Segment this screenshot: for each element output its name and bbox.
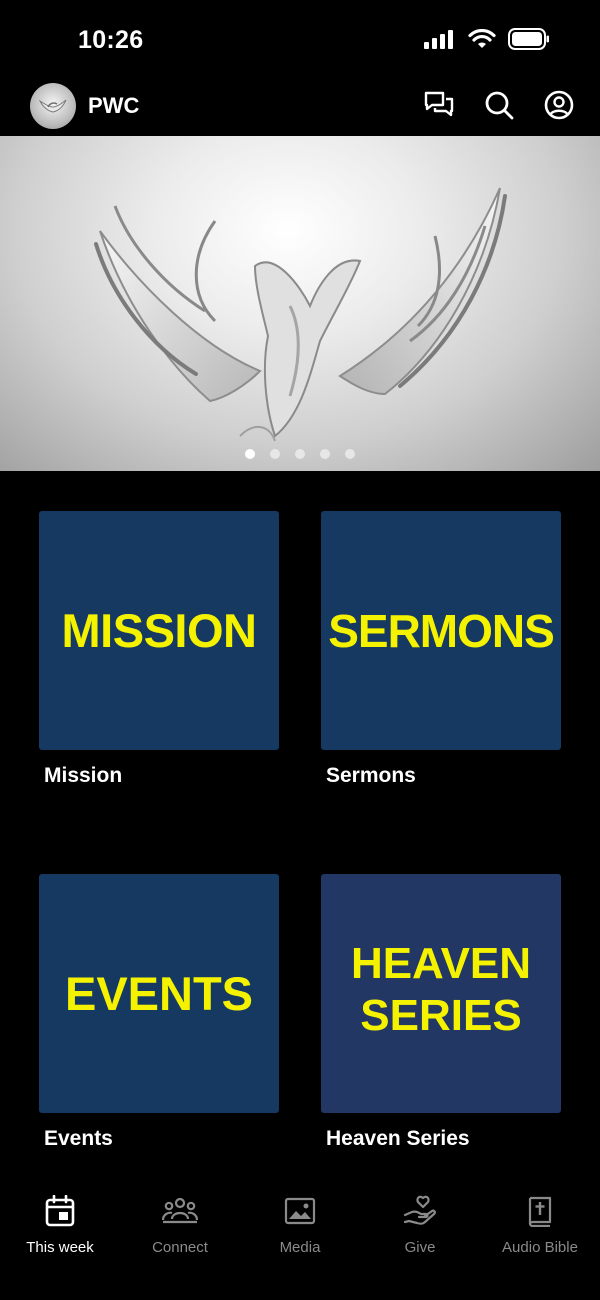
events-card-image[interactable]: EVENTS bbox=[39, 874, 279, 1113]
tile-label-events: Events bbox=[44, 1127, 113, 1150]
tab-label-audio-bible: Audio Bible bbox=[502, 1239, 578, 1256]
carousel-dot-4[interactable] bbox=[320, 449, 330, 459]
calendar-icon bbox=[41, 1193, 79, 1229]
profile-button[interactable] bbox=[542, 90, 576, 124]
hero-carousel[interactable] bbox=[0, 136, 600, 471]
carousel-dot-5[interactable] bbox=[345, 449, 355, 459]
tile-mission[interactable]: MISSION Mission bbox=[39, 511, 279, 787]
tile-sermons[interactable]: SERMONS Sermons bbox=[321, 511, 561, 787]
battery-icon bbox=[508, 28, 550, 55]
tile-label-heaven-series: Heaven Series bbox=[326, 1127, 470, 1150]
sermons-card-image[interactable]: SERMONS bbox=[321, 511, 561, 750]
bottom-tab-bar: This week Connect Media Give Audio Bible bbox=[0, 1180, 600, 1300]
church-logo-avatar[interactable] bbox=[30, 83, 76, 129]
tab-label-connect: Connect bbox=[152, 1239, 208, 1256]
people-group-icon bbox=[161, 1193, 199, 1229]
cellular-signal-icon bbox=[424, 29, 456, 54]
mission-card-image[interactable]: MISSION bbox=[39, 511, 279, 750]
tab-label-give: Give bbox=[404, 1239, 436, 1256]
carousel-dot-1[interactable] bbox=[245, 449, 255, 459]
status-icons bbox=[424, 28, 550, 55]
search-icon bbox=[484, 90, 514, 125]
dove-logo-image bbox=[94, 187, 507, 442]
carousel-pagination bbox=[0, 449, 600, 459]
events-card-text: EVENTS bbox=[64, 967, 254, 1020]
search-button[interactable] bbox=[482, 90, 516, 124]
bible-icon bbox=[521, 1193, 559, 1229]
tab-audio-bible[interactable]: Audio Bible bbox=[480, 1180, 600, 1300]
mission-card-text: MISSION bbox=[61, 604, 257, 657]
heaven-series-card-image[interactable]: HEAVEN SERIES bbox=[321, 874, 561, 1113]
tile-events[interactable]: EVENTS Events bbox=[39, 874, 279, 1150]
tab-connect[interactable]: Connect bbox=[120, 1180, 240, 1300]
messages-button[interactable] bbox=[422, 90, 456, 124]
tab-this-week[interactable]: This week bbox=[0, 1180, 120, 1300]
tab-give[interactable]: Give bbox=[360, 1180, 480, 1300]
tab-label-media: Media bbox=[279, 1239, 321, 1256]
tile-label-sermons: Sermons bbox=[326, 764, 416, 787]
carousel-dot-3[interactable] bbox=[295, 449, 305, 459]
app-header: PWC bbox=[0, 80, 600, 134]
tab-media[interactable]: Media bbox=[240, 1180, 360, 1300]
tile-heaven-series[interactable]: HEAVEN SERIES Heaven Series bbox=[321, 874, 561, 1150]
wifi-icon bbox=[468, 28, 496, 54]
status-bar: 10:26 bbox=[0, 0, 600, 78]
chat-bubbles-icon bbox=[423, 90, 455, 125]
header-actions bbox=[422, 90, 576, 124]
hand-heart-icon bbox=[401, 1193, 439, 1229]
heaven-series-card-text: HEAVEN SERIES bbox=[350, 938, 532, 1040]
carousel-dot-2[interactable] bbox=[270, 449, 280, 459]
tab-label-this-week: This week bbox=[26, 1239, 94, 1256]
status-time: 10:26 bbox=[78, 26, 144, 54]
user-circle-icon bbox=[544, 90, 574, 125]
image-icon bbox=[281, 1193, 319, 1229]
sermons-card-text: SERMONS bbox=[328, 604, 555, 657]
tile-label-mission: Mission bbox=[44, 764, 123, 787]
app-title: PWC bbox=[88, 93, 140, 118]
